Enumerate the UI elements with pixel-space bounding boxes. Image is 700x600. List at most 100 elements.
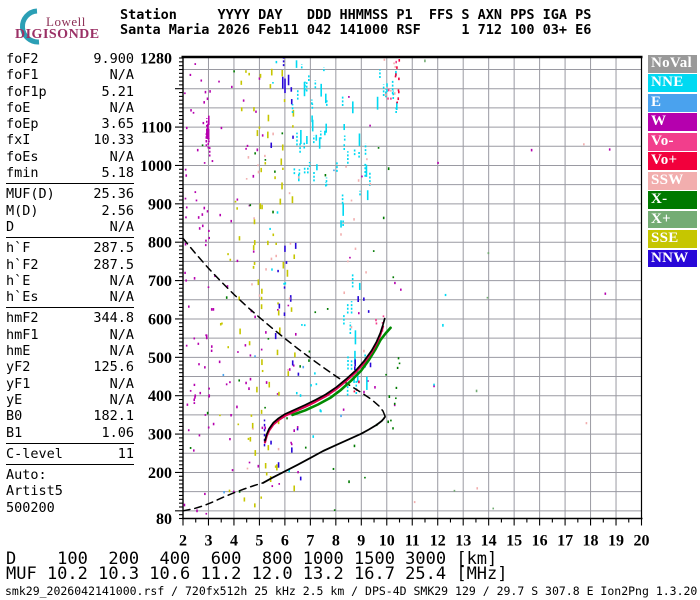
ionogram-chart: 1280 1100 1000 900 800 700 600 500 400 300 200 80 2 3…	[140, 51, 650, 550]
echo-pixel	[382, 216, 385, 220]
echo-pixel	[303, 324, 306, 327]
echo-pixel	[206, 97, 209, 101]
echo-pixel	[212, 308, 215, 311]
echo-pixel	[209, 90, 211, 93]
echo-pixel	[308, 359, 310, 362]
echo-pixel	[384, 93, 387, 97]
echo-pixel	[210, 308, 213, 311]
echo-pixel	[205, 512, 208, 515]
x-tick-label: 9	[357, 533, 365, 550]
echo-pixel	[366, 158, 368, 161]
echo-pixel	[288, 192, 291, 195]
echo-pixel	[185, 206, 188, 209]
echo-pixel	[375, 322, 378, 325]
echo-pixel	[275, 254, 277, 258]
echo-pixel	[304, 446, 307, 449]
echo-pixel	[288, 297, 291, 300]
echo-pixel	[236, 405, 238, 409]
echo-pixel	[340, 414, 342, 418]
ionogram-page: { "logo": {"top": "Lowell", "bottom": "D…	[0, 0, 700, 600]
echo-pixel	[272, 210, 274, 214]
echo-pixel	[324, 173, 327, 177]
echo-pixel	[231, 469, 234, 472]
echo-pixel	[358, 380, 360, 384]
echo-pixel	[486, 296, 489, 299]
echo-pixel	[276, 211, 279, 214]
echo-pixel	[398, 59, 401, 62]
echo-pixel	[201, 144, 204, 147]
echo-pixel	[220, 126, 223, 130]
echo-pixel	[265, 381, 268, 384]
echo-pixel	[387, 420, 390, 424]
echo-pixel	[195, 199, 198, 202]
echo-pixel	[301, 324, 303, 326]
echo-pixel	[244, 344, 247, 347]
echo-pixel	[248, 387, 250, 391]
echo-pixel	[585, 422, 588, 425]
legend-item-W: W	[648, 113, 697, 132]
legend-item-X-: X-	[648, 191, 697, 209]
echo-pixel	[340, 233, 342, 236]
echo-pixel	[261, 426, 264, 430]
echo-pixel	[228, 489, 231, 493]
echo-pixel	[487, 252, 490, 255]
echo-pixel	[274, 170, 276, 173]
echo-pixel	[203, 162, 206, 164]
echo-pixel	[249, 354, 252, 357]
echo-pixel	[294, 332, 297, 336]
echo-pixel	[185, 174, 188, 177]
legend-item-NNW: NNW	[648, 249, 697, 268]
echo-pixel	[236, 259, 239, 263]
echo-pixel	[219, 213, 222, 217]
echo-pixel	[396, 366, 399, 369]
echo-pixel	[254, 315, 256, 319]
echo-pixel	[349, 256, 351, 259]
echo-pixel	[350, 325, 353, 329]
echo-pixel	[187, 305, 190, 308]
echo-pixel	[375, 318, 377, 322]
echo-pixel	[219, 414, 221, 417]
echo-pixel	[211, 160, 214, 163]
echo-pixel	[193, 398, 196, 402]
y-tick-label: 400	[148, 388, 172, 405]
echo-pixel	[218, 360, 221, 364]
echo-pixel	[204, 366, 206, 369]
y-tick-label: 1280	[140, 51, 172, 68]
echo-pixel	[265, 268, 267, 271]
echo-pixel	[197, 342, 200, 345]
echo-pixel	[245, 381, 247, 385]
echo-pixel	[229, 258, 232, 261]
echo-pixel	[395, 397, 397, 400]
echo-pixel	[369, 124, 371, 127]
echo-pixel	[397, 90, 400, 94]
echo-pixel	[254, 152, 256, 155]
echo-pixel	[272, 81, 274, 84]
x-tick-label: 11	[405, 533, 420, 550]
echo-pixel	[212, 422, 215, 426]
echo-pixel	[353, 444, 356, 448]
echo-pixel	[257, 464, 260, 468]
echo-pixel	[264, 154, 266, 158]
echo-pixel	[348, 480, 350, 484]
echo-pixel	[312, 435, 315, 438]
echo-pixel	[185, 126, 188, 130]
legend-item-NoVal: NoVal	[648, 55, 697, 73]
legend-item-SSE: SSE	[648, 230, 697, 248]
echo-pixel	[393, 62, 395, 65]
echo-pixel	[437, 161, 439, 164]
echo-pixel	[476, 487, 479, 490]
echo-pixel	[190, 109, 192, 112]
echo-pixel	[260, 348, 263, 351]
y-tick-label: 80	[156, 511, 172, 528]
echo-pixel	[253, 217, 255, 220]
echo-pixel	[255, 110, 257, 113]
echo-pixel	[205, 334, 208, 338]
echo-pixel	[256, 148, 259, 152]
x-tick-label: 10	[379, 533, 395, 550]
echo-pixel	[382, 315, 385, 318]
echo-pixel	[357, 179, 360, 182]
echo-pixel	[202, 121, 205, 125]
echo-pixel	[289, 242, 292, 245]
echo-pixel	[264, 406, 266, 409]
echo-pixel	[398, 362, 401, 365]
